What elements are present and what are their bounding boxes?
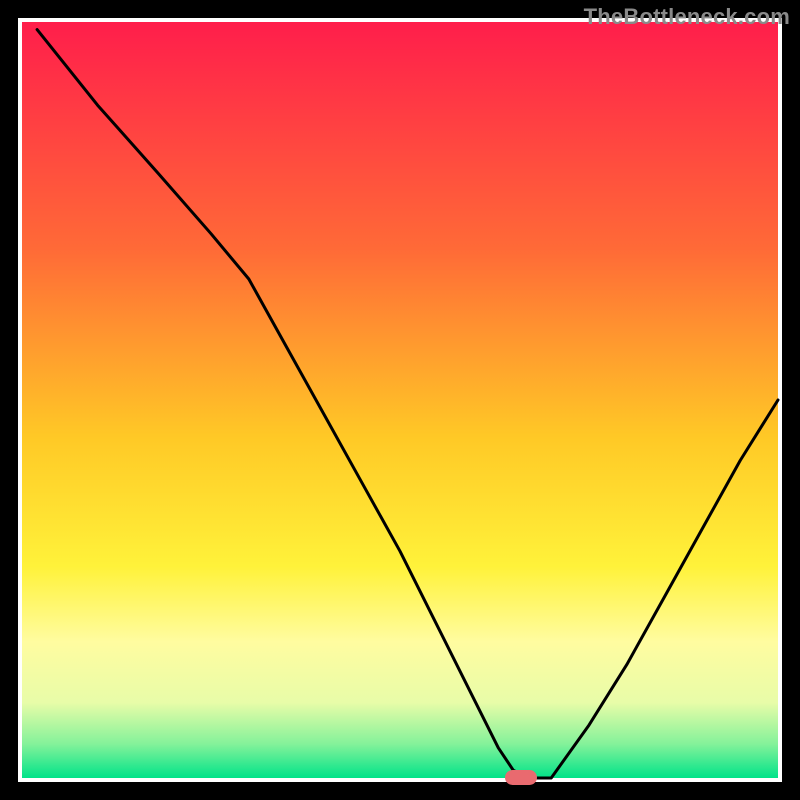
plot-background [22, 22, 778, 778]
bottleneck-chart: TheBottleneck.com [0, 0, 800, 800]
optimum-marker [505, 770, 537, 785]
chart-svg [0, 0, 800, 800]
watermark-text: TheBottleneck.com [584, 4, 790, 30]
